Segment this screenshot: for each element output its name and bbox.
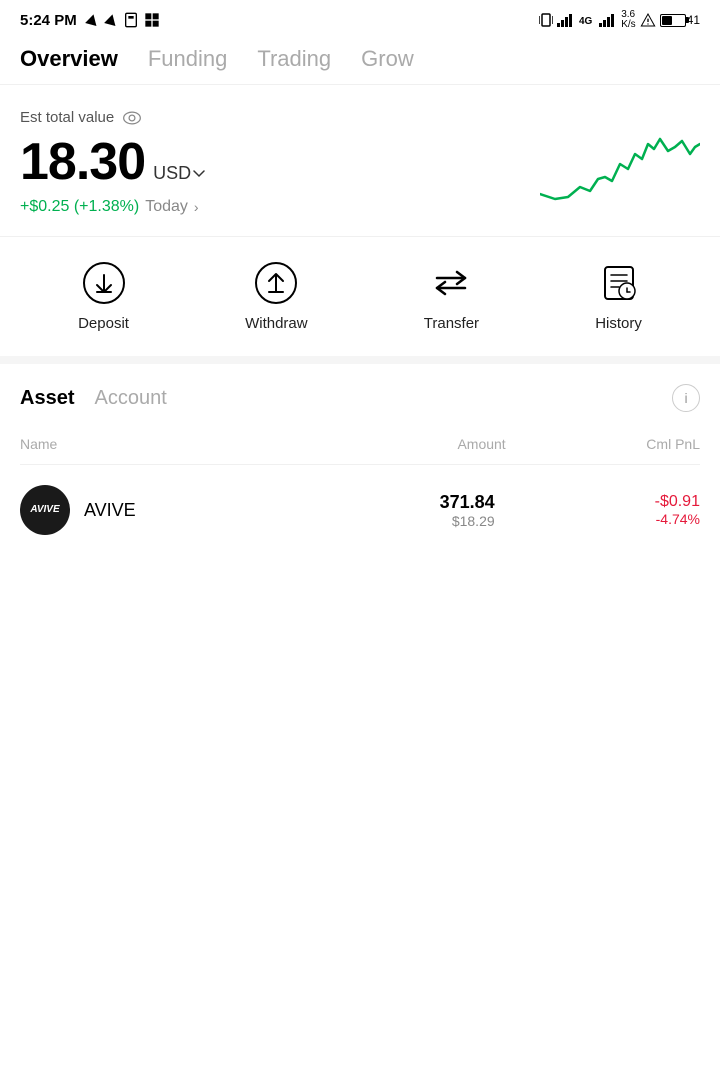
avive-amount-col: 371.84 $18.29: [289, 492, 494, 529]
change-value: +$0.25 (+1.38%): [20, 198, 139, 216]
currency-dropdown-icon: [193, 170, 205, 178]
tab-grow[interactable]: Grow: [361, 46, 414, 72]
eye-icon[interactable]: [122, 111, 142, 125]
signal2-icon: [599, 13, 617, 27]
asset-tab-account[interactable]: Account: [94, 387, 166, 410]
transfer-button[interactable]: Transfer: [424, 261, 479, 332]
deposit-svg: [82, 261, 126, 305]
battery-level: 41: [687, 13, 700, 27]
portfolio-section: Est total value 18.30 USD +$0.25 (+1.38%…: [0, 85, 720, 237]
table-header: Name Amount Cml PnL: [20, 428, 700, 465]
transfer-svg: [429, 261, 473, 305]
withdraw-svg: [254, 261, 298, 305]
header-name: Name: [20, 436, 311, 452]
svg-text:4G: 4G: [579, 16, 593, 27]
deposit-button[interactable]: Deposit: [78, 261, 129, 332]
deposit-label: Deposit: [78, 315, 129, 332]
nav-arrow-icon: [85, 13, 99, 27]
grid-icon: [144, 12, 160, 28]
withdraw-icon: [254, 261, 298, 305]
tab-trading[interactable]: Trading: [257, 46, 331, 72]
speed-label: 3.6K/s: [621, 10, 635, 30]
asset-section: Asset Account i Name Amount Cml PnL AVIV…: [0, 364, 720, 555]
table-row[interactable]: AVIVE AVIVE 371.84 $18.29 -$0.91 -4.74%: [20, 465, 700, 555]
avive-pnl-value: -$0.91: [495, 493, 700, 511]
avive-logo: AVIVE: [20, 485, 70, 535]
asset-tab-asset[interactable]: Asset: [20, 387, 74, 410]
alert-icon: [640, 12, 656, 28]
transfer-icon: [429, 261, 473, 305]
chevron-right-icon[interactable]: ›: [194, 199, 199, 215]
signal-icon: [557, 13, 575, 27]
nav-arrow2-icon: [104, 13, 118, 27]
avive-name: AVIVE: [84, 500, 289, 521]
status-icons: [85, 12, 160, 28]
status-left: 5:24 PM: [20, 12, 160, 29]
battery-icon: [660, 14, 686, 27]
status-bar: 5:24 PM: [0, 0, 720, 38]
est-label-text: Est total value: [20, 109, 114, 126]
main-nav: Overview Funding Trading Grow: [0, 38, 720, 85]
status-right: 4G 3.6K/s 41: [539, 10, 700, 30]
header-amount: Amount: [311, 436, 505, 452]
avive-pnl-pct: -4.74%: [495, 511, 700, 527]
sim-icon: [123, 12, 139, 28]
currency-badge[interactable]: USD: [153, 163, 205, 184]
vibrate-icon: [539, 11, 553, 29]
history-button[interactable]: History: [595, 261, 642, 332]
info-icon: i: [684, 390, 687, 406]
battery-container: 41: [660, 13, 700, 27]
total-value: 18.30: [20, 132, 145, 192]
change-today: Today: [145, 198, 188, 216]
asset-tabs: Asset Account i: [20, 364, 700, 428]
chart-svg: [540, 109, 700, 219]
avive-logo-text: AVIVE: [30, 504, 59, 516]
history-label: History: [595, 315, 642, 332]
status-time: 5:24 PM: [20, 12, 77, 29]
tab-funding[interactable]: Funding: [148, 46, 228, 72]
tab-overview[interactable]: Overview: [20, 46, 118, 72]
withdraw-button[interactable]: Withdraw: [245, 261, 308, 332]
4g-icon: 4G: [579, 13, 595, 27]
portfolio-chart: [540, 109, 700, 219]
header-cml-pnl: Cml PnL: [506, 436, 700, 452]
deposit-icon: [82, 261, 126, 305]
avive-usd: $18.29: [289, 513, 494, 529]
avive-amount: 371.84: [289, 492, 494, 513]
avive-pnl-col: -$0.91 -4.74%: [495, 493, 700, 527]
withdraw-label: Withdraw: [245, 315, 308, 332]
history-icon: [597, 261, 641, 305]
transfer-label: Transfer: [424, 315, 479, 332]
history-svg: [597, 261, 641, 305]
actions-row: Deposit Withdraw Transfer: [0, 237, 720, 364]
info-button[interactable]: i: [672, 384, 700, 412]
